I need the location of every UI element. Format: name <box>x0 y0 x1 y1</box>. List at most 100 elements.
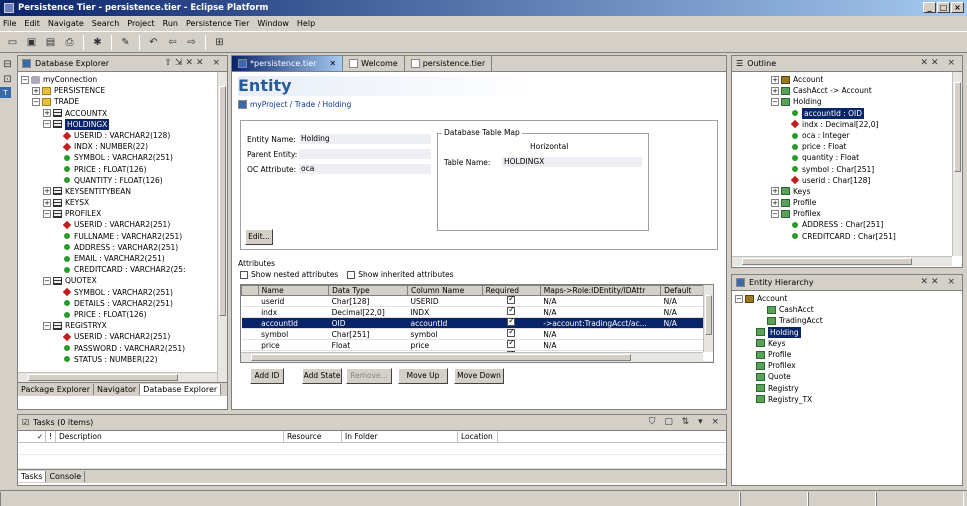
tree-item[interactable]: PRICE : FLOAT(126) <box>21 309 224 320</box>
collapse-icon[interactable]: − <box>43 321 51 330</box>
tree-item[interactable]: ADDRESS : Char[251] <box>760 219 959 230</box>
menu-window[interactable]: Window <box>257 19 289 28</box>
print-icon[interactable]: ⎙ <box>62 35 77 50</box>
save-icon[interactable]: ▣ <box>24 35 39 50</box>
entity-name-field[interactable]: Holding <box>299 134 431 144</box>
expand-icon[interactable]: + <box>771 187 779 196</box>
close-button[interactable]: × <box>951 2 964 13</box>
attributes-column-header[interactable]: Maps->Role:IDEntity/IDAttr <box>539 285 662 296</box>
expand-icon[interactable]: + <box>43 187 51 196</box>
hierarchy-controls-icon[interactable]: ✕✕ × <box>921 277 958 287</box>
edit-button[interactable]: Edit... <box>245 229 273 245</box>
tree-item[interactable]: CREDITCARD : VARCHAR2(25: <box>21 264 224 275</box>
attribute-row[interactable]: useridChar[128]USERIDN/AN/A <box>241 295 713 307</box>
tree-item[interactable]: + Profile <box>760 197 959 208</box>
collapse-icon[interactable]: − <box>21 75 29 84</box>
tree-item[interactable]: quantity : Float <box>760 152 959 163</box>
tree-item[interactable]: + PERSISTENCE <box>21 85 224 96</box>
attribute-row[interactable]: indxDecimal[22,0]INDXN/AN/A <box>241 306 713 318</box>
menu-persistence-tier[interactable]: Persistence Tier <box>186 19 249 28</box>
tree-item[interactable]: TradingAcct <box>735 315 959 326</box>
tree-item[interactable]: Profile <box>735 349 959 360</box>
attr-button-add-id[interactable]: Add ID <box>250 368 284 384</box>
minimize-button[interactable]: _ <box>923 2 936 13</box>
expand-icon[interactable]: + <box>43 198 51 207</box>
attributes-hscroll[interactable] <box>241 352 703 362</box>
expand-icon[interactable]: + <box>771 86 779 95</box>
tree-item[interactable]: PASSWORD : VARCHAR2(251) <box>21 343 224 354</box>
tree-item[interactable]: Keys <box>735 338 959 349</box>
tab-package-explorer[interactable]: Package Explorer <box>18 384 95 395</box>
menu-project[interactable]: Project <box>127 19 154 28</box>
tree-item[interactable]: + Account <box>760 74 959 85</box>
required-checkbox[interactable] <box>507 307 516 315</box>
debug-icon[interactable]: ✱ <box>90 35 105 50</box>
tree-item[interactable]: SYMBOL : VARCHAR2(251) <box>21 152 224 163</box>
tree-item[interactable]: + KEYSX <box>21 197 224 208</box>
perspective-icon[interactable]: ⊞ <box>212 35 227 50</box>
menu-edit[interactable]: Edit <box>24 19 40 28</box>
required-checkbox[interactable] <box>507 340 516 348</box>
menu-search[interactable]: Search <box>92 19 119 28</box>
tree-item[interactable]: accountId : OID <box>760 107 959 119</box>
tree-item[interactable]: Quote <box>735 371 959 382</box>
tree-item[interactable]: symbol : Char[251] <box>760 164 959 175</box>
tree-item[interactable]: + ACCOUNTX <box>21 108 224 119</box>
tree-item[interactable]: QUANTITY : FLOAT(126) <box>21 175 224 186</box>
oc-attribute-field[interactable]: oca <box>299 164 431 174</box>
tasks-column-header[interactable]: ✓ <box>34 431 46 442</box>
tab-navigator[interactable]: Navigator <box>94 384 141 395</box>
tree-item[interactable]: INDX : NUMBER(22) <box>21 141 224 152</box>
collapse-icon[interactable]: − <box>735 294 743 303</box>
tree-item[interactable]: indx : Decimal[22,0] <box>760 119 959 130</box>
tree-item[interactable]: userid : Char[128] <box>760 175 959 186</box>
edit-icon[interactable]: ✎ <box>118 35 133 50</box>
menu-run[interactable]: Run <box>163 19 178 28</box>
tree-item[interactable]: PRICE : FLOAT(126) <box>21 164 224 175</box>
new-icon[interactable]: ▭ <box>5 35 20 50</box>
attributes-column-header[interactable]: Data Type <box>328 285 408 296</box>
outline-vscroll[interactable] <box>952 72 962 256</box>
required-checkbox[interactable] <box>507 296 516 304</box>
tree-item[interactable]: DETAILS : VARCHAR2(251) <box>21 298 224 309</box>
show-inherited-checkbox[interactable] <box>347 270 356 279</box>
expand-icon[interactable]: + <box>32 86 40 95</box>
tab-console[interactable]: Console <box>46 471 86 482</box>
tree-item[interactable]: − HOLDINGX <box>21 118 224 130</box>
attr-button-move-up[interactable]: Move Up <box>398 368 448 384</box>
tree-item[interactable]: Profilex <box>735 360 959 371</box>
attribute-row[interactable]: accountIdOIDaccountId ->account:TradingAc… <box>241 317 713 329</box>
tree-item[interactable]: CashAcct <box>735 304 959 315</box>
tree-item[interactable]: − PROFILEX <box>21 208 224 219</box>
tasks-column-header[interactable]: In Folder <box>342 431 458 442</box>
tree-item[interactable]: price : Float <box>760 141 959 152</box>
tasks-column-header[interactable]: Location <box>458 431 498 442</box>
tree-item[interactable]: EMAIL : VARCHAR2(251) <box>21 253 224 264</box>
tree-item[interactable]: − myConnection <box>21 74 224 85</box>
attribute-row[interactable]: priceFloatprice N/A <box>241 339 713 351</box>
expand-icon[interactable]: + <box>43 109 51 118</box>
tab-persistence-tier-dirty[interactable]: *persistence.tier ✕ <box>232 56 344 71</box>
tab-welcome[interactable]: Welcome <box>343 56 405 71</box>
db-tree-hscroll[interactable] <box>18 372 217 382</box>
menu-navigate[interactable]: Navigate <box>48 19 84 28</box>
collapse-icon[interactable]: − <box>43 276 51 285</box>
tree-item[interactable]: Registry <box>735 383 959 394</box>
tree-item[interactable]: SYMBOL : VARCHAR2(251) <box>21 287 224 298</box>
collapse-icon[interactable]: − <box>43 120 51 129</box>
tree-item[interactable]: CREDITCARD : Char[251] <box>760 231 959 242</box>
tree-item[interactable]: − QUOTEX <box>21 275 224 286</box>
required-checkbox[interactable] <box>507 329 516 337</box>
show-nested-checkbox[interactable] <box>240 270 248 279</box>
parent-entity-field[interactable] <box>299 149 431 159</box>
tree-item[interactable]: + Keys <box>760 186 959 197</box>
outline-controls-icon[interactable]: ✕✕ × <box>921 58 958 68</box>
menu-file[interactable]: File <box>3 19 16 28</box>
tree-item[interactable]: USERID : VARCHAR2(251) <box>21 219 224 230</box>
tree-item[interactable]: − Profilex <box>760 208 959 219</box>
collapse-icon[interactable]: − <box>771 209 779 218</box>
prev-annotation-icon[interactable]: ↶ <box>146 35 161 50</box>
tree-item[interactable]: ADDRESS : VARCHAR2(251) <box>21 242 224 253</box>
close-tab-icon[interactable]: ✕ <box>329 59 336 68</box>
menu-help[interactable]: Help <box>297 19 315 28</box>
